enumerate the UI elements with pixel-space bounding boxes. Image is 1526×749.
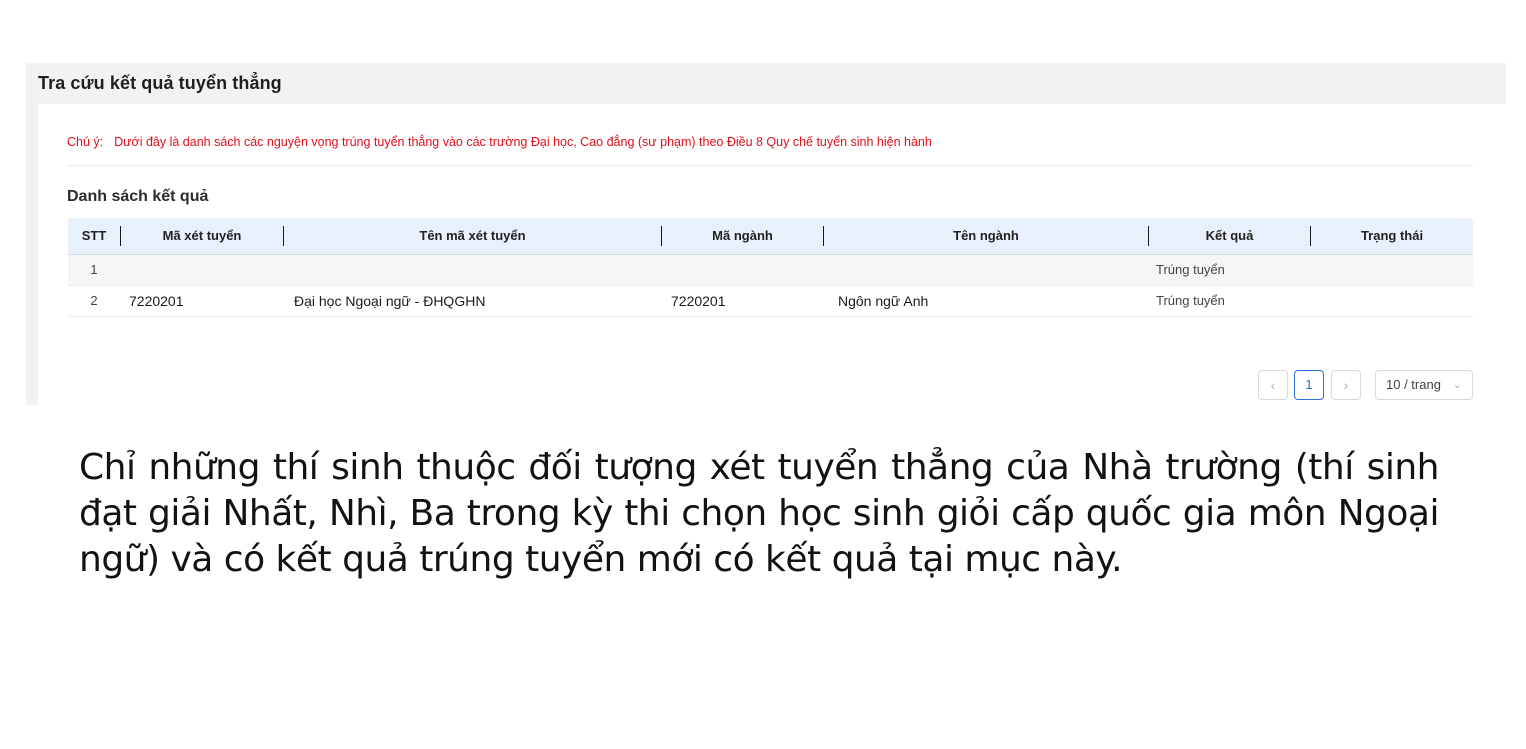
cell-ket-qua: Trúng tuyển [1156, 293, 1225, 308]
prev-page-button[interactable]: ‹ [1258, 370, 1288, 400]
chevron-left-icon: ‹ [1270, 377, 1276, 393]
page: Tra cứu kết quả tuyển thẳng Chú ý: Dưới đ… [0, 0, 1526, 749]
column-header-stt[interactable]: STT [68, 218, 120, 254]
cell-ten-ma-xet-tuyen: Đại học Ngoại ngữ - ĐHQGHN [294, 293, 486, 309]
cell-ma-nganh: 7220201 [671, 293, 726, 309]
page-title: Tra cứu kết quả tuyển thẳng [38, 73, 282, 93]
table-row[interactable]: 1 Trúng tuyển [68, 255, 1473, 286]
cell-ket-qua: Trúng tuyển [1156, 262, 1225, 277]
cell-ma-xet-tuyen: 7220201 [129, 293, 184, 309]
notice-label: Chú ý: [67, 135, 104, 149]
chevron-right-icon: › [1343, 377, 1349, 393]
column-header-ket-qua[interactable]: Kết quả [1149, 218, 1310, 254]
divider [67, 165, 1473, 166]
chevron-down-icon: ⌄ [1452, 379, 1462, 391]
notice: Chú ý: Dưới đây là danh sách các nguyện v… [67, 135, 932, 149]
lookup-panel: Tra cứu kết quả tuyển thẳng Chú ý: Dưới đ… [26, 63, 1506, 405]
results-table: STT Mã xét tuyển Tên mã xét tuyển Mã ngà… [68, 218, 1473, 317]
cell-stt: 2 [90, 293, 98, 308]
table-header: STT Mã xét tuyển Tên mã xét tuyển Mã ngà… [68, 218, 1473, 255]
column-header-ten-nganh[interactable]: Tên ngành [824, 218, 1148, 254]
next-page-button[interactable]: › [1331, 370, 1361, 400]
notice-text: Dưới đây là danh sách các nguyện vọng tr… [114, 135, 932, 149]
pagination: ‹ 1 › 10 / trang ⌄ [1258, 370, 1474, 400]
page-1-button[interactable]: 1 [1294, 370, 1324, 400]
cell-stt: 1 [90, 262, 98, 277]
page-size-value: 10 / trang [1386, 377, 1441, 392]
column-header-ma-xet-tuyen[interactable]: Mã xét tuyển [121, 218, 283, 254]
column-header-ma-nganh[interactable]: Mã ngành [662, 218, 823, 254]
section-title: Danh sách kết quả [67, 188, 209, 205]
column-header-trang-thai[interactable]: Trạng thái [1311, 218, 1473, 254]
cell-ten-nganh: Ngôn ngữ Anh [838, 293, 929, 309]
page-size-select[interactable]: 10 / trang ⌄ [1375, 370, 1473, 400]
results-card: Chú ý: Dưới đây là danh sách các nguyện v… [38, 104, 1506, 405]
column-header-ten-ma-xet-tuyen[interactable]: Tên mã xét tuyển [284, 218, 661, 254]
caption-text: Chỉ những thí sinh thuộc đối tượng xét t… [79, 447, 1440, 580]
table-row[interactable]: 2 7220201 Đại học Ngoại ngữ - ĐHQGHN 722… [68, 286, 1473, 317]
